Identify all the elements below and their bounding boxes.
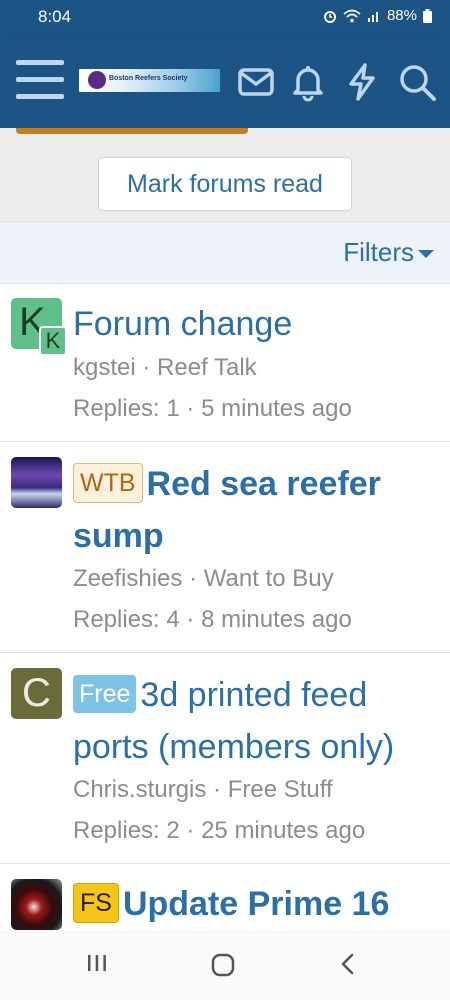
avatar[interactable]: [11, 879, 62, 930]
avatar[interactable]: [11, 457, 62, 508]
logo-emblem: [88, 71, 106, 89]
thread-item[interactable]: K K Forum change kgstei · Reef Talk Repl…: [0, 284, 450, 442]
thread-replies: Replies: 4: [73, 606, 180, 633]
logo-text: Boston Reefers Society: [109, 75, 188, 82]
filters-label: Filters: [343, 237, 414, 267]
back-icon[interactable]: [338, 952, 358, 976]
thread-stats-line: Replies: 1 · 5 minutes ago: [73, 395, 352, 422]
thread-forum[interactable]: Want to Buy: [204, 565, 334, 592]
thread-replies: Replies: 1: [73, 395, 180, 422]
signal-icon: [367, 11, 378, 22]
thread-stats-line: Replies: 4 · 8 minutes ago: [73, 606, 352, 633]
thread-time[interactable]: 5 minutes ago: [201, 395, 352, 422]
thread-title-text: Red sea reefer: [146, 465, 381, 503]
filters-button[interactable]: Filters: [343, 237, 434, 268]
thread-item[interactable]: C Free 3d printed feed ports (members onl…: [0, 653, 450, 864]
battery-icon: [423, 8, 432, 23]
thread-title[interactable]: Forum change: [73, 298, 433, 350]
avatar-badge: K: [39, 326, 67, 356]
thread-title-text-cont: ports (members only): [73, 728, 395, 766]
thread-author-line: Chris.sturgis · Free Stuff: [73, 776, 333, 803]
thread-title-text: Update Prime 16: [122, 885, 390, 923]
avatar[interactable]: C: [11, 668, 62, 719]
thread-title[interactable]: WTB Red sea reefer sump: [73, 458, 433, 562]
home-icon[interactable]: [210, 952, 236, 978]
lightning-icon[interactable]: [342, 62, 382, 102]
prefix-badge[interactable]: WTB: [73, 463, 143, 503]
menu-icon[interactable]: [16, 58, 64, 102]
app-header: Boston Reefers Society: [0, 36, 450, 128]
alarm-icon: [323, 10, 336, 23]
recents-icon[interactable]: [86, 952, 108, 974]
thread-title-text-cont: sump: [73, 517, 164, 555]
status-icons: 88%: [323, 7, 432, 24]
thread-author[interactable]: kgstei: [73, 354, 136, 381]
bell-icon[interactable]: [288, 62, 328, 102]
thread-item[interactable]: WTB Red sea reefer sump Zeefishies · Want…: [0, 442, 450, 653]
thread-author-line: Zeefishies · Want to Buy: [73, 565, 334, 592]
status-time: 8:04: [38, 7, 72, 26]
partially-hidden-button[interactable]: [16, 128, 248, 134]
system-nav-bar: [0, 930, 450, 1000]
thread-title[interactable]: FS Update Prime 16: [73, 878, 433, 930]
thread-forum[interactable]: Reef Talk: [157, 354, 257, 381]
thread-time[interactable]: 8 minutes ago: [201, 606, 352, 633]
filters-bar: Filters: [0, 221, 450, 284]
thread-forum[interactable]: Free Stuff: [228, 776, 333, 803]
battery-percent: 88%: [386, 7, 417, 24]
avatar-letter: C: [22, 671, 51, 715]
site-logo[interactable]: Boston Reefers Society: [79, 69, 220, 92]
prefix-badge[interactable]: FS: [73, 883, 119, 923]
mark-forums-read-button[interactable]: Mark forums read: [98, 157, 352, 211]
search-icon[interactable]: [397, 62, 437, 102]
thread-replies: Replies: 2: [73, 817, 180, 844]
thread-title[interactable]: Free 3d printed feed ports (members only): [73, 669, 433, 773]
thread-title-text: Forum change: [73, 305, 293, 343]
thread-author[interactable]: Chris.sturgis: [73, 776, 206, 803]
thread-author[interactable]: Zeefishies: [73, 565, 182, 592]
thread-item[interactable]: FS Update Prime 16: [0, 864, 450, 930]
thread-title-text: 3d printed feed: [140, 676, 368, 714]
prefix-badge[interactable]: Free: [73, 675, 137, 713]
mail-icon[interactable]: [236, 62, 276, 102]
thread-time[interactable]: 25 minutes ago: [201, 817, 365, 844]
status-bar: 8:04 88%: [0, 0, 450, 36]
wifi-icon: [343, 9, 361, 22]
thread-stats-line: Replies: 2 · 25 minutes ago: [73, 817, 366, 844]
thread-author-line: kgstei · Reef Talk: [73, 354, 257, 381]
caret-down-icon: [418, 250, 434, 258]
